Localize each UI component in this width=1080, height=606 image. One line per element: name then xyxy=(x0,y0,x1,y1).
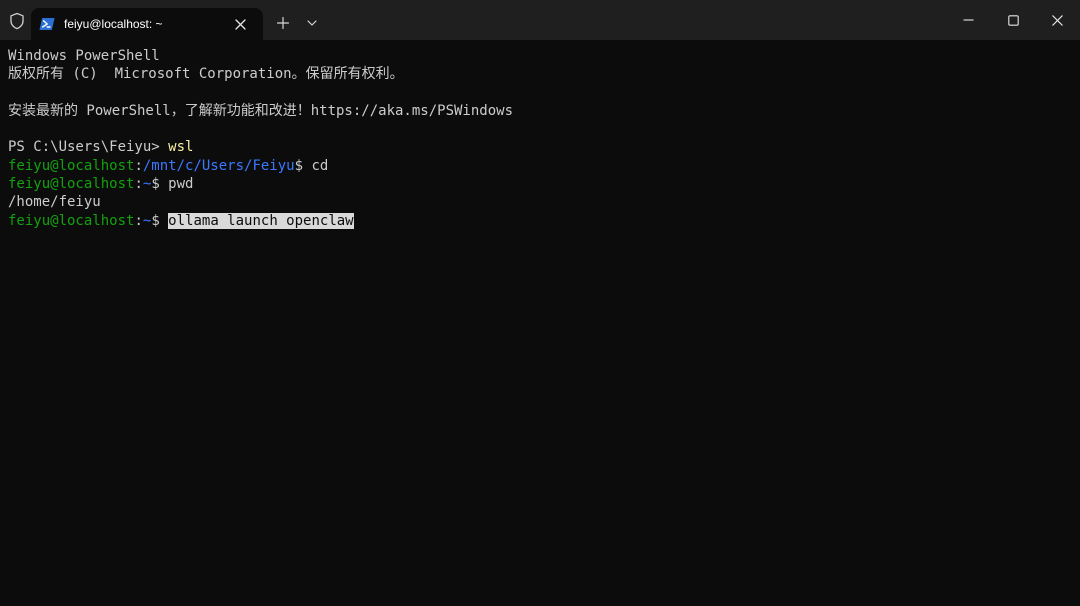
prompt-dollar: $ xyxy=(151,176,169,193)
ps-prompt: PS C:\Users\Feiyu> xyxy=(8,139,169,156)
chevron-down-icon[interactable] xyxy=(302,13,322,33)
selected-command[interactable]: ollama launch openclaw xyxy=(168,212,354,229)
ps-prompt-line: PS C:\Users\Feiyu> wsl xyxy=(8,138,1072,156)
new-tab-button[interactable] xyxy=(272,12,294,34)
prompt-sep: : xyxy=(134,157,143,174)
close-icon[interactable] xyxy=(1042,8,1072,32)
header-line: Windows PowerShell xyxy=(8,48,160,64)
pwd-output: /home/feiyu xyxy=(8,194,101,211)
terminal-output[interactable]: Windows PowerShell 版权所有 (C) Microsoft Co… xyxy=(8,47,1072,230)
copyright-line: 版权所有 (C) Microsoft Corporation。保留所有权利。 xyxy=(8,66,404,83)
shield-icon[interactable] xyxy=(6,10,28,32)
prompt-path: /mnt/c/Users/Feiyu xyxy=(142,157,295,174)
maximize-icon[interactable] xyxy=(998,8,1028,32)
shell-prompt-line: feiyu@localhost:~$ pwd xyxy=(8,175,1072,193)
prompt-dollar: $ xyxy=(151,212,169,229)
title-bar[interactable]: feiyu@localhost: ~ xyxy=(0,0,1080,40)
prompt-user: feiyu@localhost xyxy=(8,176,135,193)
shell-prompt-line: feiyu@localhost:~$ ollama launch opencla… xyxy=(8,212,1072,230)
prompt-sep: : xyxy=(134,212,143,229)
tab-terminal[interactable]: feiyu@localhost: ~ xyxy=(31,8,263,40)
prompt-sep: : xyxy=(134,176,143,193)
prompt-user: feiyu@localhost xyxy=(8,157,135,174)
update-message: 安装最新的 PowerShell，了解新功能和改进！https://aka.ms… xyxy=(8,102,514,119)
prompt-dollar: $ xyxy=(294,157,312,174)
ps-command: wsl xyxy=(168,139,194,156)
shell-prompt-line: feiyu@localhost:/mnt/c/Users/Feiyu$ cd xyxy=(8,157,1072,175)
prompt-user: feiyu@localhost xyxy=(8,212,135,229)
tab-title: feiyu@localhost: ~ xyxy=(64,17,163,31)
close-icon[interactable] xyxy=(231,15,249,33)
minimize-icon[interactable] xyxy=(953,8,983,32)
terminal-window: feiyu@localhost: ~ Windows PowerShell 版权… xyxy=(0,0,1080,606)
powershell-icon xyxy=(39,16,55,32)
command-text: cd xyxy=(311,157,329,174)
command-text: pwd xyxy=(168,176,194,193)
